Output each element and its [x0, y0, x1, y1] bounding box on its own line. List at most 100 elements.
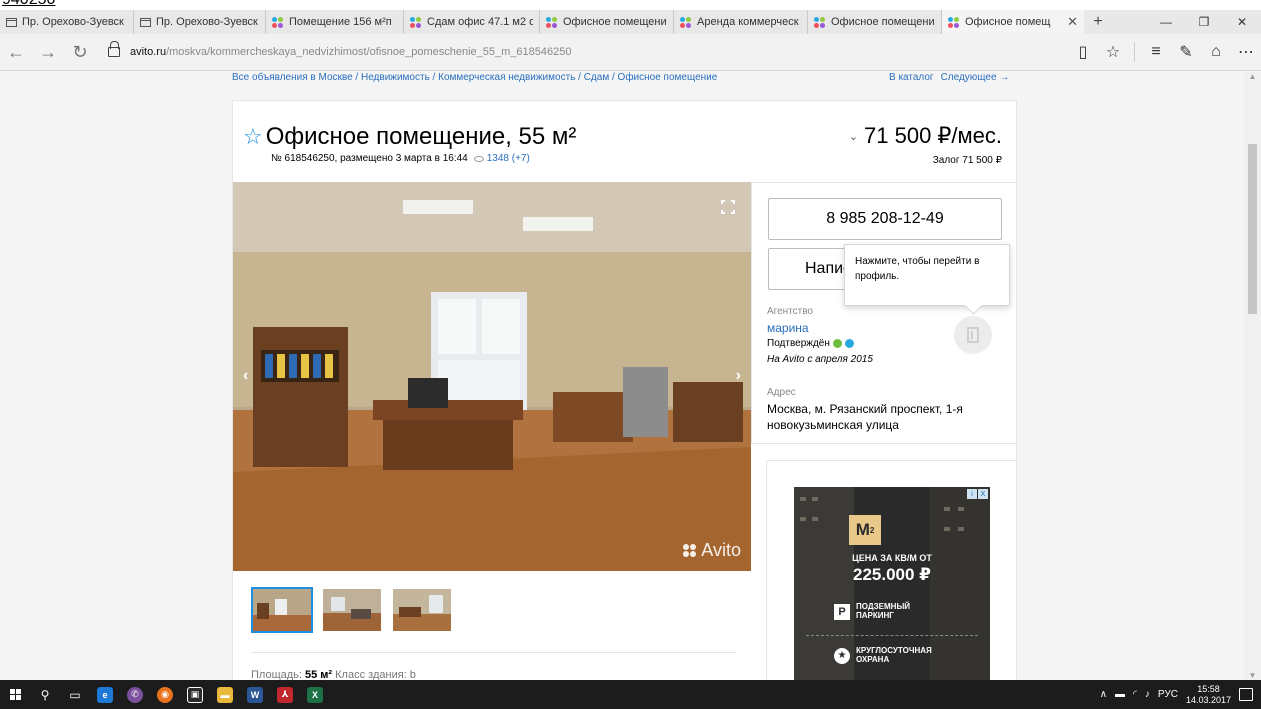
wifi-icon[interactable]: ◜: [1133, 689, 1137, 700]
hub-icon[interactable]: ≡: [1141, 43, 1171, 61]
deposit: Залог 71 500 ₽: [932, 155, 1002, 166]
phone-button[interactable]: 8 985 208-12-49: [768, 198, 1002, 240]
start-button[interactable]: [0, 680, 30, 709]
avatar[interactable]: [954, 316, 992, 354]
refresh-icon[interactable]: ↻: [64, 42, 96, 63]
taskbar-firefox[interactable]: ◉: [150, 680, 180, 709]
back-arrow-icon[interactable]: ←: [0, 42, 32, 63]
volume-icon[interactable]: ♪: [1145, 689, 1150, 700]
ad-logo: M2: [849, 515, 881, 545]
title-row: ☆ Офисное помещение, 55 м²: [243, 123, 576, 151]
taskbar-excel[interactable]: X: [300, 680, 330, 709]
avito-icon: [814, 16, 826, 28]
contact-panel: 8 985 208-12-49 Написать сообщение Нажми…: [751, 182, 1017, 444]
eye-icon: [473, 155, 484, 162]
folder-icon: ▬: [217, 686, 233, 703]
cropped-title-strip: 940250: [0, 0, 1261, 10]
browser-tab[interactable]: Пр. Орехово-Зуевск: [134, 10, 266, 34]
taskbar-viber[interactable]: ✆: [120, 680, 150, 709]
tab-label: Офисное помещени: [563, 16, 667, 28]
taskbar-word[interactable]: W: [240, 680, 270, 709]
show-hidden-icons-icon[interactable]: ∧: [1100, 689, 1107, 700]
new-tab-button[interactable]: +: [1084, 10, 1112, 34]
pdf-icon: ⅄: [277, 686, 293, 703]
web-note-icon[interactable]: ✎: [1171, 42, 1201, 62]
views-counter[interactable]: 1348 (+7): [473, 153, 530, 164]
task-view-icon[interactable]: ▭: [60, 680, 90, 709]
fullscreen-icon[interactable]: [721, 200, 735, 214]
ad-divider: [806, 635, 978, 636]
tab-label: Сдам офис 47.1 м2 о: [427, 16, 533, 28]
search-icon[interactable]: ⚲: [30, 680, 60, 709]
clock[interactable]: 15:58 14.03.2017: [1186, 684, 1231, 705]
minimize-button[interactable]: —: [1147, 10, 1185, 34]
building-class: Класс здания: b: [332, 669, 416, 680]
tab-close-icon[interactable]: ✕: [1067, 14, 1078, 30]
taskbar-explorer[interactable]: ▬: [210, 680, 240, 709]
ad-choices[interactable]: i X: [967, 489, 988, 499]
language-indicator[interactable]: РУС: [1158, 689, 1178, 700]
thumbnail[interactable]: [391, 587, 453, 633]
thumbnail-image: [393, 589, 451, 631]
thumbnail[interactable]: [251, 587, 313, 633]
page-scrollbar[interactable]: ▲ ▼: [1244, 72, 1261, 680]
browser-tab[interactable]: Пр. Орехово-Зуевск: [0, 10, 134, 34]
close-window-button[interactable]: ✕: [1223, 10, 1261, 34]
page-viewport: Все объявления в Москве / Недвижимость /…: [0, 72, 1244, 680]
scroll-thumb[interactable]: [1248, 144, 1257, 314]
advertisement-banner[interactable]: i X M2 ЦЕНА ЗА КВ/М ОТ 225.000 ₽ P ПОДЗЕ…: [794, 487, 990, 680]
tab-label: Аренда коммерческ: [697, 16, 799, 28]
chevron-left-icon[interactable]: ‹: [243, 367, 248, 385]
profile-tooltip: Нажмите, чтобы перейти в профиль.: [844, 244, 1010, 306]
thumbnail[interactable]: [321, 587, 383, 633]
watermark-text: Avito: [701, 540, 741, 560]
price-value: 71 500 ₽/мес.: [864, 123, 1002, 148]
browser-tab-active[interactable]: Офисное помещ ✕: [942, 10, 1084, 34]
tab-label: Офисное помещ: [965, 16, 1051, 28]
avito-icon: [272, 16, 284, 28]
notification-icon[interactable]: [1239, 688, 1253, 701]
url-path: /moskva/kommercheskaya_nedvizhimost/ofis…: [166, 46, 572, 58]
chevron-down-icon[interactable]: ⌄: [849, 130, 858, 143]
taskbar-acrobat[interactable]: ⅄: [270, 680, 300, 709]
ad-info-icon[interactable]: i: [967, 489, 977, 499]
star-badge-icon: ★: [834, 647, 850, 664]
verified-row: Подтверждён: [767, 338, 854, 349]
browser-tab[interactable]: Аренда коммерческ: [674, 10, 808, 34]
battery-icon[interactable]: ▬: [1115, 689, 1125, 700]
browser-tab[interactable]: Офисное помещени: [808, 10, 942, 34]
tab-label: Офисное помещени: [831, 16, 935, 28]
forward-arrow-icon[interactable]: →: [32, 42, 64, 63]
browser-tab[interactable]: Сдам офис 47.1 м2 о: [404, 10, 540, 34]
taskbar-store[interactable]: ▣: [180, 680, 210, 709]
catalog-link[interactable]: В каталог: [889, 72, 934, 83]
main-photo[interactable]: ‹ › Avito: [233, 182, 751, 571]
avito-icon: [410, 16, 422, 28]
scroll-up-icon[interactable]: ▲: [1244, 72, 1261, 81]
ad-price-label: ЦЕНА ЗА КВ/М ОТ: [852, 553, 932, 563]
scroll-down-icon[interactable]: ▼: [1244, 671, 1261, 680]
taskbar-edge[interactable]: e: [90, 680, 120, 709]
phone-verified-icon: [832, 339, 842, 348]
url-field[interactable]: avito.ru/moskva/kommercheskaya_nedvizhim…: [130, 46, 571, 58]
share-icon[interactable]: ⌂: [1201, 43, 1231, 61]
breadcrumb[interactable]: Все объявления в Москве / Недвижимость /…: [232, 72, 717, 83]
thumbnail-image: [323, 589, 381, 631]
browser-tab[interactable]: Помещение 156 м²п: [266, 10, 404, 34]
word-icon: W: [247, 686, 263, 703]
next-link[interactable]: Следующее →: [941, 72, 1010, 83]
favorite-star-icon[interactable]: ☆: [1098, 42, 1128, 62]
ad-feature-security: ★ КРУГЛОСУТОЧНАЯ ОХРАНА: [834, 646, 946, 665]
browser-tab[interactable]: Офисное помещени: [540, 10, 674, 34]
verified-label: Подтверждён: [767, 338, 830, 349]
agent-name-link[interactable]: марина: [767, 321, 809, 335]
favorite-star-icon[interactable]: ☆: [243, 124, 263, 150]
more-icon[interactable]: ⋯: [1231, 42, 1261, 62]
ad-close-icon[interactable]: X: [978, 489, 988, 499]
maximize-button[interactable]: ❐: [1185, 10, 1223, 34]
ad-logo-text: M: [855, 520, 870, 539]
chevron-right-icon[interactable]: ›: [736, 367, 741, 385]
page-icon: [6, 17, 17, 27]
reading-view-icon[interactable]: ▯: [1068, 42, 1098, 62]
excel-icon: X: [307, 686, 323, 703]
